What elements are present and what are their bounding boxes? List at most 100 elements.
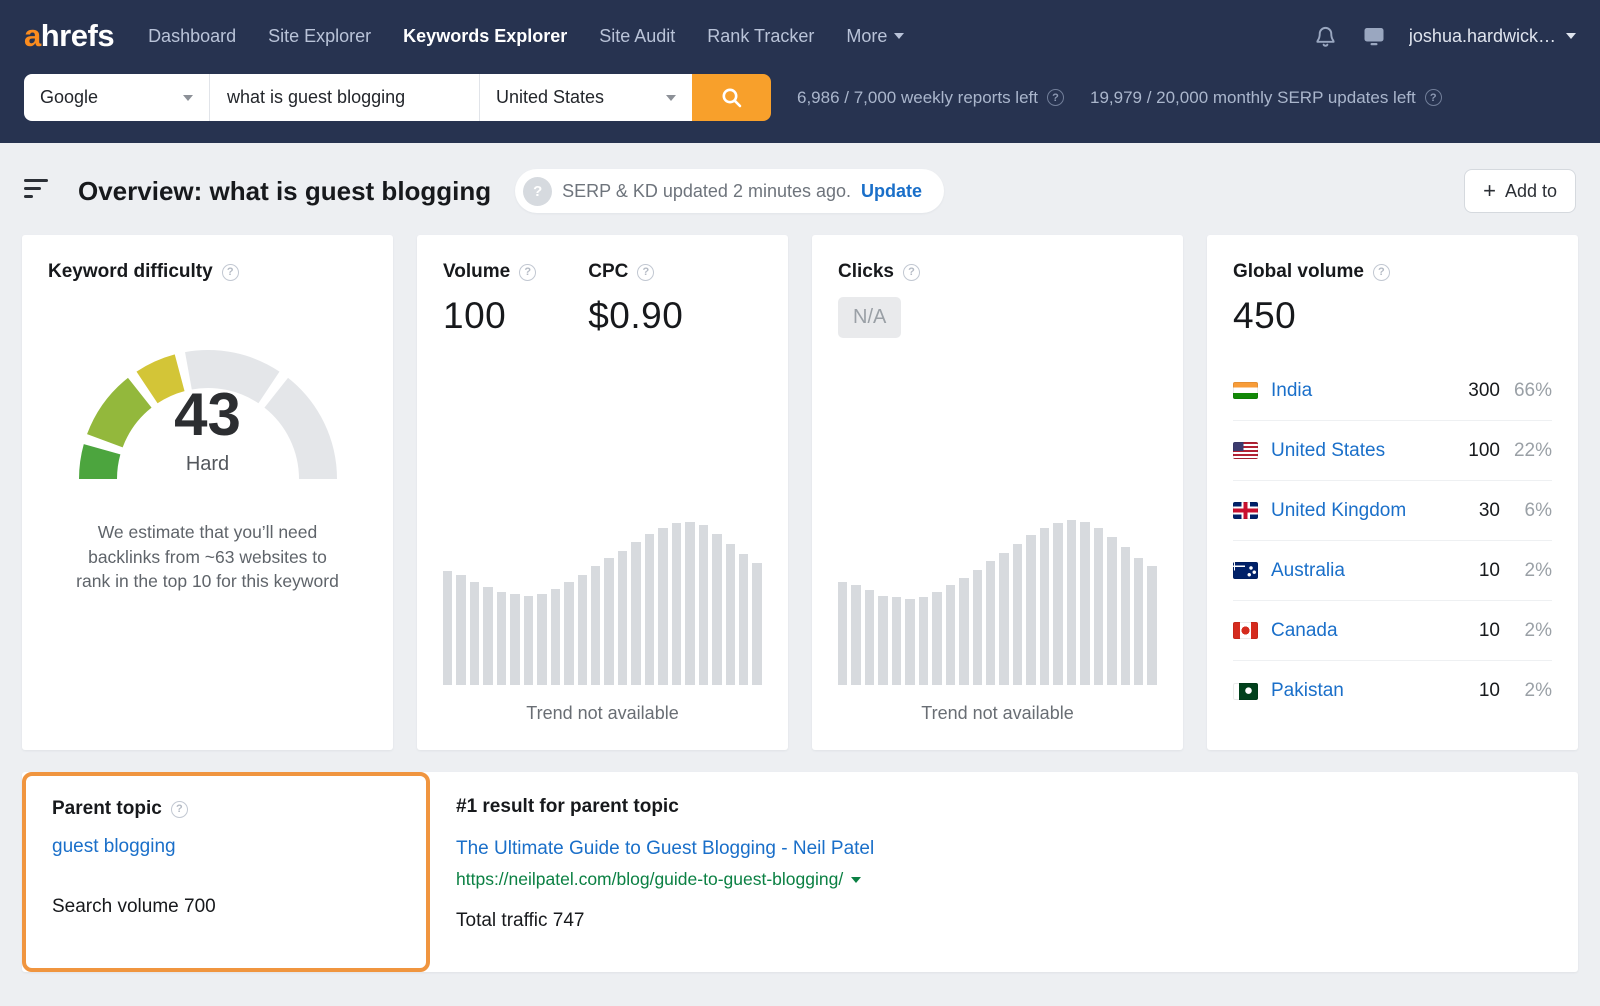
trend-bar [537,594,546,685]
update-status-text: SERP & KD updated 2 minutes ago. [562,181,851,202]
trend-bar [591,566,600,685]
nav-item-dashboard[interactable]: Dashboard [148,26,236,47]
kd-gauge-overlay: 43 Hard [58,385,358,476]
au-flag-icon [1233,562,1258,579]
trend-bar [712,534,721,685]
reports-menu-icon[interactable] [24,179,50,203]
trend-bar [919,597,928,685]
global-volume-card: Global volume ? 450 India30066%United St… [1207,235,1578,750]
clicks-trend-chart [838,513,1157,685]
volume-value: 100 [443,295,536,337]
country-select[interactable]: United States [480,74,692,121]
country-share: 2% [1500,680,1552,702]
nav-item-keywords-explorer[interactable]: Keywords Explorer [403,26,567,47]
pk-flag-icon [1233,683,1258,700]
help-icon[interactable]: ? [222,264,239,281]
top-result-link[interactable]: The Ultimate Guide to Guest Blogging - N… [456,838,874,860]
trend-bar [470,582,479,685]
chevron-down-icon [183,95,193,101]
search-engine-select[interactable]: Google [24,74,210,121]
keyword-input[interactable] [210,74,479,121]
user-menu[interactable]: joshua.hardwick… [1409,26,1576,47]
kd-description: We estimate that you’ll need backlinks f… [74,520,342,594]
trend-bar [699,525,708,685]
top-result-title: #1 result for parent topic [456,796,874,818]
help-icon[interactable]: ? [519,264,536,281]
url-dropdown-caret-icon[interactable] [851,877,861,883]
help-icon[interactable]: ? [637,264,654,281]
help-icon[interactable]: ? [1425,89,1442,106]
trend-bar [443,571,452,685]
trend-bar [564,582,573,685]
nav-item-more[interactable]: More [846,26,904,47]
country-share: 2% [1500,560,1552,582]
nav-item-site-explorer[interactable]: Site Explorer [268,26,371,47]
trend-bar [851,585,860,685]
help-icon[interactable]: ? [1373,264,1390,281]
in-flag-icon [1233,382,1258,399]
trend-bar [1080,522,1089,685]
monthly-updates-text: 19,979 / 20,000 monthly SERP updates lef… [1090,88,1416,108]
logo-a: a [24,18,41,53]
academy-screen-icon[interactable] [1361,23,1387,49]
clicks-value-badge: N/A [838,297,901,338]
nav-item-more-label: More [846,26,887,47]
refresh-info-icon: ? [523,177,552,206]
volume-card: Volume ? 100 CPC ? $0.90 Trend not avail… [417,235,788,750]
search-button[interactable] [692,74,771,121]
volume-trend-chart [443,513,762,685]
top-result-url[interactable]: https://neilpatel.com/blog/guide-to-gues… [456,869,843,890]
gb-flag-icon [1233,502,1258,519]
country-link[interactable]: United States [1271,440,1385,462]
country-row: Australia102% [1233,541,1552,601]
trend-bar [1121,547,1130,685]
keyword-difficulty-card: Keyword difficulty ? 43 Hard We estimate… [22,235,393,750]
user-name: joshua.hardwick… [1409,26,1556,47]
top-nav: ahrefs Dashboard Site Explorer Keywords … [0,0,1600,72]
search-engine-value: Google [40,87,98,108]
country-volume: 100 [1444,440,1500,462]
trend-bar [497,592,506,685]
trend-bar [524,596,533,685]
parent-topic-search-volume: Search volume 700 [52,896,400,918]
weekly-reports-text: 6,986 / 7,000 weekly reports left [797,88,1038,108]
trend-bar [631,542,640,685]
nav-item-rank-tracker[interactable]: Rank Tracker [707,26,814,47]
trend-bar [892,597,901,685]
country-row: India30066% [1233,361,1552,421]
ahrefs-logo[interactable]: ahrefs [24,18,114,54]
country-share: 2% [1500,620,1552,642]
country-link[interactable]: Canada [1271,620,1338,642]
trend-bar [946,585,955,685]
country-link[interactable]: Pakistan [1271,680,1344,702]
nav-item-site-audit[interactable]: Site Audit [599,26,675,47]
trend-bar [1107,537,1116,685]
notifications-bell-icon[interactable] [1313,23,1339,49]
monthly-updates-quota: 19,979 / 20,000 monthly SERP updates lef… [1090,88,1442,108]
kd-title: Keyword difficulty [48,261,213,283]
kd-gauge: 43 Hard [58,327,358,494]
country-link[interactable]: Australia [1271,560,1345,582]
trend-bar [959,578,968,685]
country-link[interactable]: India [1271,380,1312,402]
nav-items: Dashboard Site Explorer Keywords Explore… [148,26,904,47]
help-icon[interactable]: ? [171,801,188,818]
add-to-button[interactable]: + Add to [1464,169,1576,213]
trend-bar [986,561,995,685]
plus-icon: + [1483,180,1496,202]
help-icon[interactable]: ? [1047,89,1064,106]
help-icon[interactable]: ? [903,264,920,281]
trend-bar [932,592,941,685]
country-volume: 10 [1444,680,1500,702]
keyword-search-bar: Google United States 6,986 / 7,000 weekl… [0,72,1600,143]
country-select-value: United States [496,87,604,108]
parent-topic-link[interactable]: guest blogging [52,836,176,858]
country-link[interactable]: United Kingdom [1271,500,1406,522]
trend-bar [645,534,654,685]
parent-topic-title: Parent topic [52,798,162,820]
trend-bar [456,575,465,685]
trend-bar [1147,566,1156,685]
country-row: Pakistan 102% [1233,661,1552,721]
trend-bar [973,570,982,685]
update-link[interactable]: Update [861,181,922,202]
